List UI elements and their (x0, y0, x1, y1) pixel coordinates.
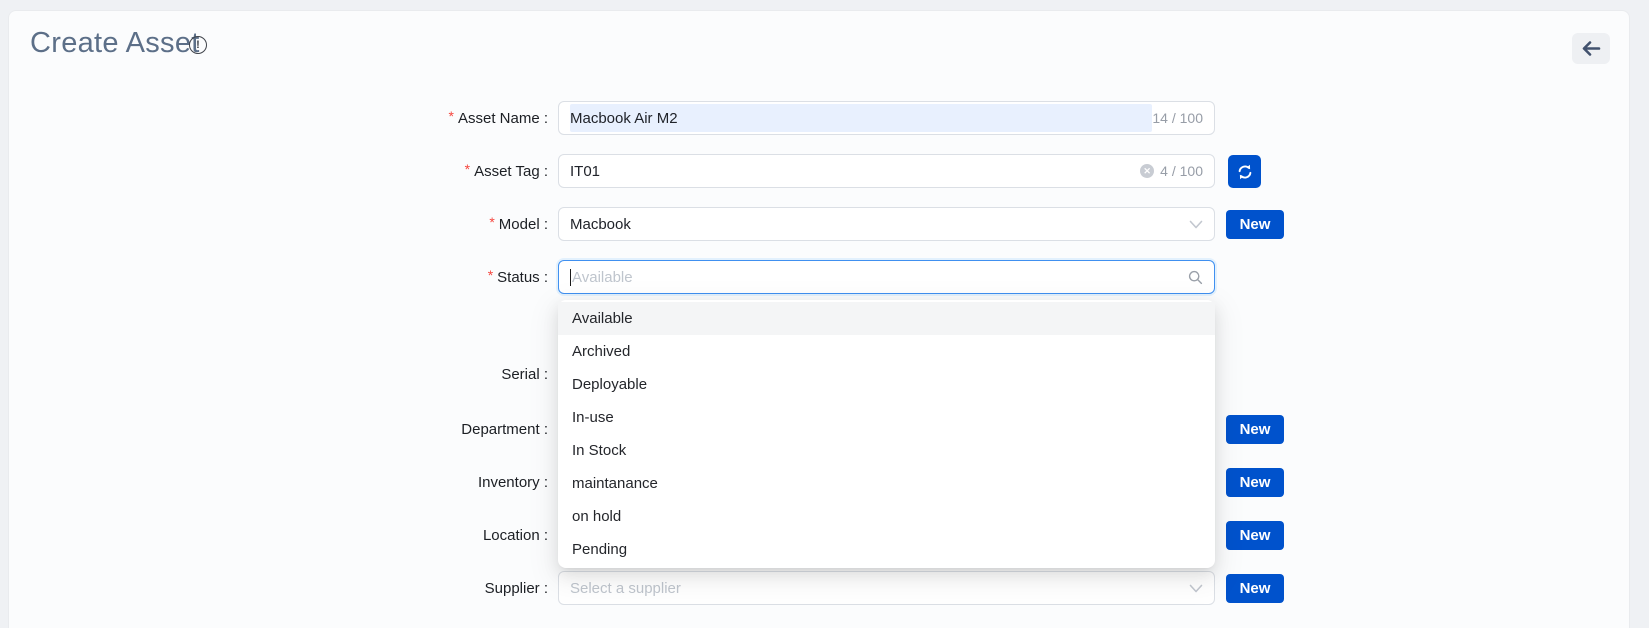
status-placeholder: Available (572, 269, 633, 286)
chevron-down-icon (1189, 584, 1203, 593)
supplier-label: Supplier : (260, 571, 548, 605)
status-option[interactable]: Archived (558, 335, 1215, 368)
arrow-left-icon (1582, 41, 1601, 56)
chevron-down-icon (1189, 220, 1203, 229)
status-label: *Status : (260, 260, 548, 294)
serial-label: Serial : (260, 357, 548, 391)
status-search-input[interactable]: Available (558, 260, 1215, 294)
new-department-button[interactable]: New (1226, 415, 1284, 444)
text-cursor (570, 269, 571, 286)
required-marker: * (489, 214, 494, 230)
new-inventory-button[interactable]: New (1226, 468, 1284, 497)
asset-tag-input[interactable]: IT01 ✕ 4 / 100 (558, 154, 1215, 188)
status-option[interactable]: on hold (558, 500, 1215, 533)
model-value: Macbook (570, 216, 631, 233)
magnifier-icon (1188, 270, 1203, 285)
asset-tag-counter: 4 / 100 (1160, 163, 1203, 179)
generate-tag-button[interactable] (1228, 155, 1261, 188)
supplier-select[interactable]: Select a supplier (558, 571, 1215, 605)
status-option[interactable]: In Stock (558, 434, 1215, 467)
department-label: Department : (260, 412, 548, 446)
status-option[interactable]: Available (558, 302, 1215, 335)
asset-tag-label: *Asset Tag : (260, 154, 548, 188)
sync-icon (1237, 164, 1253, 180)
asset-name-counter: 14 / 100 (1152, 110, 1203, 126)
create-asset-page: Create Asset ! *Asset Name : Macbook Air… (0, 0, 1649, 628)
status-dropdown-menu: Available Archived Deployable In-use In … (558, 300, 1215, 568)
status-option[interactable]: In-use (558, 401, 1215, 434)
status-option[interactable]: Pending (558, 533, 1215, 566)
new-supplier-button[interactable]: New (1226, 574, 1284, 603)
required-marker: * (449, 108, 454, 124)
location-label: Location : (260, 518, 548, 552)
asset-name-value-highlight: Macbook Air M2 (570, 104, 1152, 132)
status-option[interactable]: maintanance (558, 467, 1215, 500)
close-circle-icon[interactable]: ✕ (1140, 164, 1154, 178)
model-label: *Model : (260, 207, 548, 241)
required-marker: * (465, 161, 470, 177)
back-button[interactable] (1572, 33, 1610, 64)
new-model-button[interactable]: New (1226, 210, 1284, 239)
status-option[interactable]: Deployable (558, 368, 1215, 401)
supplier-placeholder: Select a supplier (570, 580, 681, 597)
new-location-button[interactable]: New (1226, 521, 1284, 550)
asset-name-label: *Asset Name : (260, 101, 548, 135)
inventory-label: Inventory : (260, 465, 548, 499)
asset-name-value: Macbook Air M2 (570, 110, 678, 127)
page-title: Create Asset (30, 27, 200, 60)
asset-tag-value: IT01 (570, 163, 600, 180)
model-select[interactable]: Macbook (558, 207, 1215, 241)
info-icon: ! (189, 36, 207, 54)
required-marker: * (488, 267, 493, 283)
asset-name-input[interactable]: Macbook Air M2 14 / 100 (558, 101, 1215, 135)
